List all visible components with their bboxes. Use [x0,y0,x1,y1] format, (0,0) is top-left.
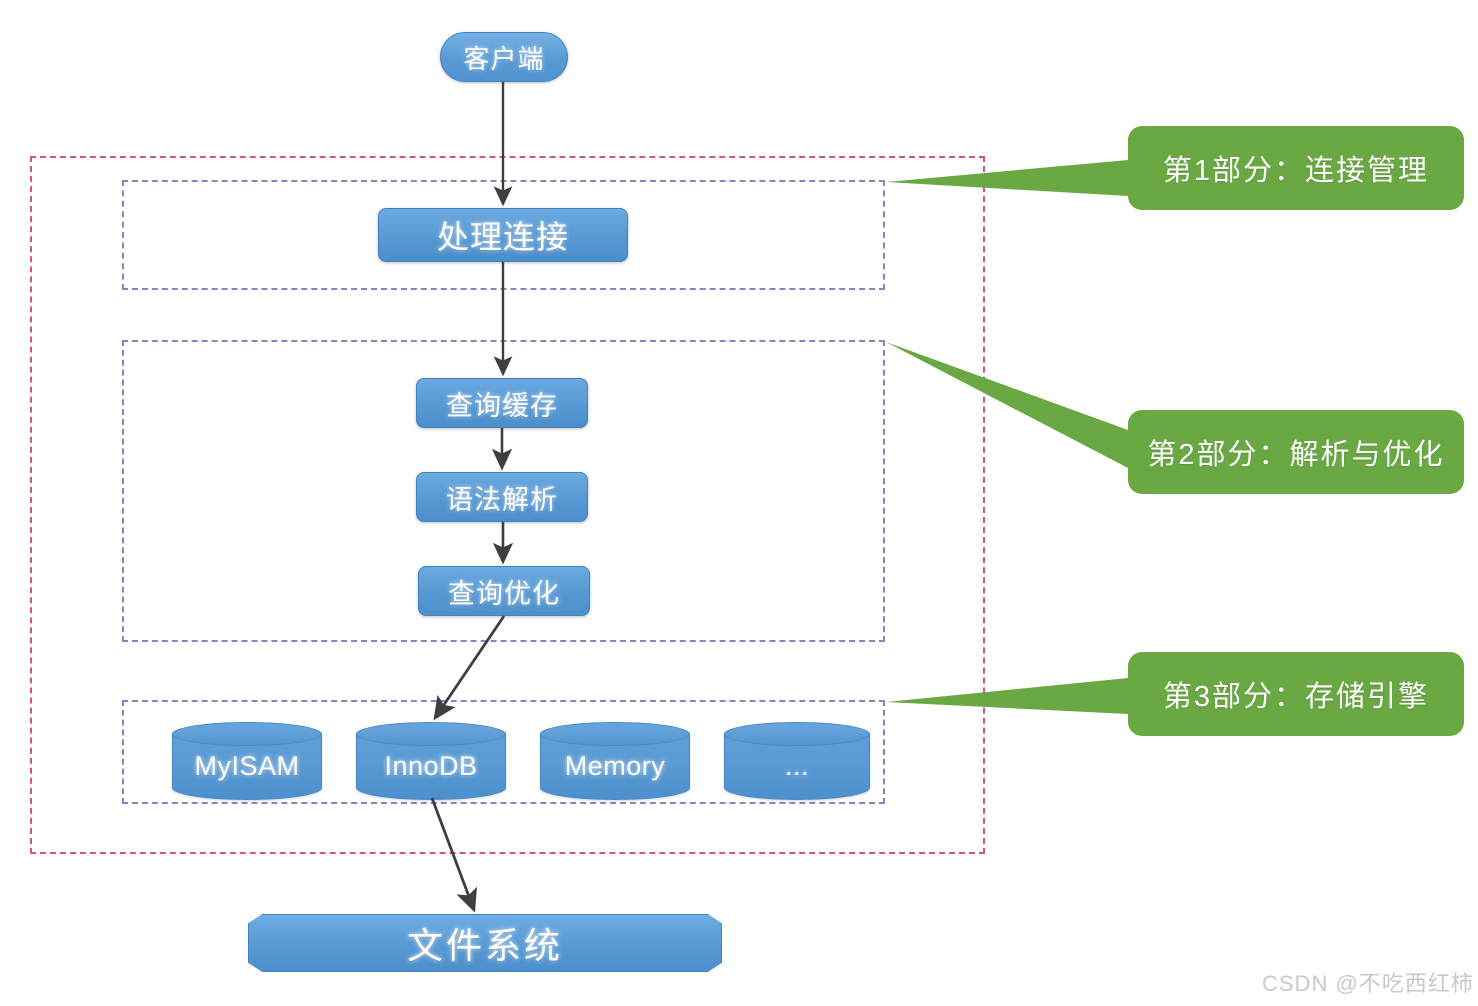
watermark-text: CSDN @不吃西红柿丶 [1262,971,1478,996]
storage-engine-label: ... [784,750,809,781]
node-syntax-parse-label: 语法解析 [446,484,558,515]
callout-part-3-label: 第3部分：存储引擎 [1162,681,1430,713]
node-client[interactable]: 客户端 [440,32,568,82]
cylinder-top [724,722,870,746]
storage-engine-more[interactable]: ... [724,722,870,800]
storage-engine-myisam[interactable]: MyISAM [172,722,322,800]
node-client-label: 客户端 [463,43,545,74]
node-syntax-parse[interactable]: 语法解析 [416,472,588,522]
callout-part-2[interactable]: 第2部分：解析与优化 [1128,410,1464,494]
node-handle-connection[interactable]: 处理连接 [378,208,628,262]
watermark: CSDN @不吃西红柿丶 [1262,966,1478,998]
diagram-canvas: 客户端 处理连接 查询缓存 语法解析 查询优化 MyISAM InnoDB Me… [0,0,1478,1006]
storage-engine-label: MyISAM [194,750,300,781]
storage-engine-label: Memory [564,750,666,781]
cylinder-top [172,722,322,746]
callout-part-2-label: 第2部分：解析与优化 [1147,439,1445,471]
callout-part-3[interactable]: 第3部分：存储引擎 [1128,652,1464,736]
node-query-optimize[interactable]: 查询优化 [418,566,590,616]
callout-part-1[interactable]: 第1部分：连接管理 [1128,126,1464,210]
node-query-cache[interactable]: 查询缓存 [416,378,588,428]
storage-engine-label: InnoDB [384,750,478,781]
node-file-system[interactable]: 文件系统 [248,914,722,972]
node-file-system-label: 文件系统 [406,925,563,966]
storage-engine-memory[interactable]: Memory [540,722,690,800]
storage-engine-innodb[interactable]: InnoDB [356,722,506,800]
node-query-cache-label: 查询缓存 [446,390,558,421]
node-handle-connection-label: 处理连接 [436,219,569,255]
callout-part-1-label: 第1部分：连接管理 [1162,155,1430,187]
node-query-optimize-label: 查询优化 [448,578,560,609]
cylinder-top [356,722,506,746]
cylinder-top [540,722,690,746]
